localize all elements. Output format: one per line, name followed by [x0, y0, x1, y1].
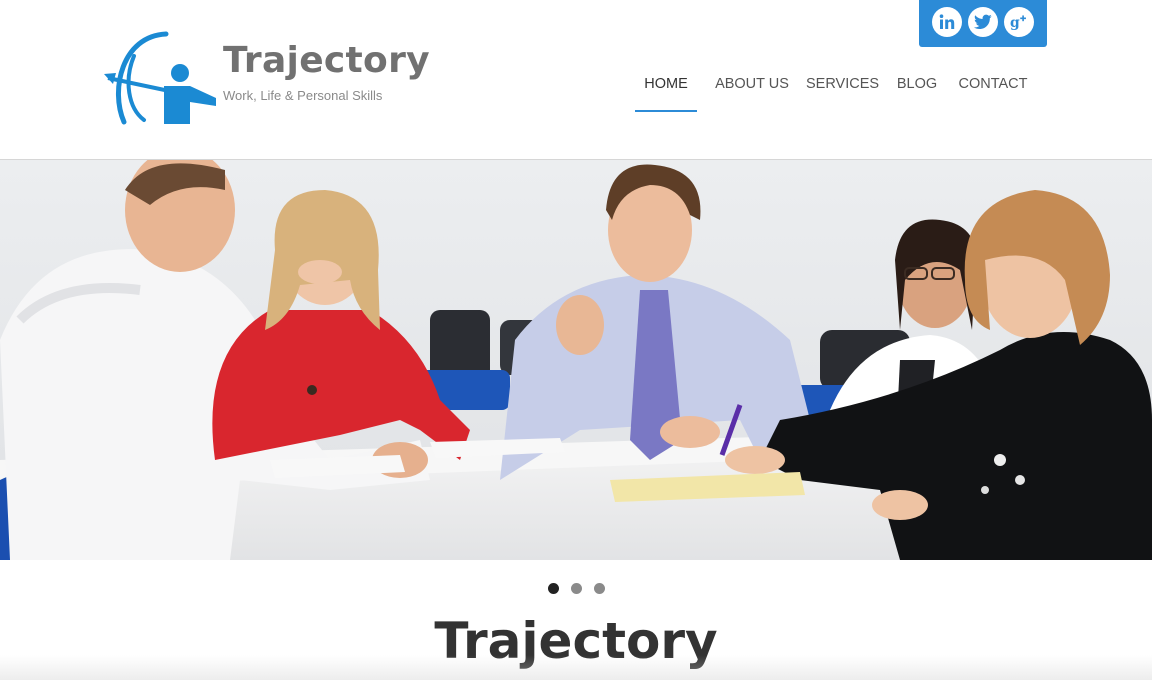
nav-item-services[interactable]: SERVICES — [806, 58, 879, 112]
archer-logo-icon — [104, 31, 216, 125]
google-plus-icon: g — [1010, 15, 1026, 31]
slider-dot-3[interactable] — [594, 583, 605, 594]
site-header: Trajectory Work, Life & Personal Skills … — [0, 0, 1152, 160]
page-title: Trajectory — [434, 612, 718, 670]
slider-dot-1[interactable] — [548, 583, 559, 594]
site-logo[interactable]: Trajectory Work, Life & Personal Skills — [104, 30, 430, 126]
hero-slide-image — [0, 160, 1152, 560]
svg-text:g: g — [1010, 15, 1020, 31]
nav-item-home[interactable]: HOME — [635, 58, 697, 112]
twitter-icon — [974, 14, 992, 29]
hero-slider[interactable] — [0, 160, 1152, 560]
slider-pagination — [548, 583, 608, 595]
twitter-button[interactable] — [968, 7, 998, 37]
social-links-bar: g — [919, 0, 1047, 47]
nav-item-about-us[interactable]: ABOUT US — [712, 58, 792, 112]
linkedin-button[interactable] — [932, 7, 962, 37]
slider-dot-2[interactable] — [571, 583, 582, 594]
logo-tagline: Work, Life & Personal Skills — [223, 88, 383, 103]
google-plus-button[interactable]: g — [1004, 7, 1034, 37]
nav-item-blog[interactable]: BLOG — [893, 58, 941, 112]
logo-title: Trajectory — [223, 40, 430, 81]
nav-item-contact[interactable]: CONTACT — [955, 58, 1031, 112]
linkedin-icon — [939, 14, 955, 29]
